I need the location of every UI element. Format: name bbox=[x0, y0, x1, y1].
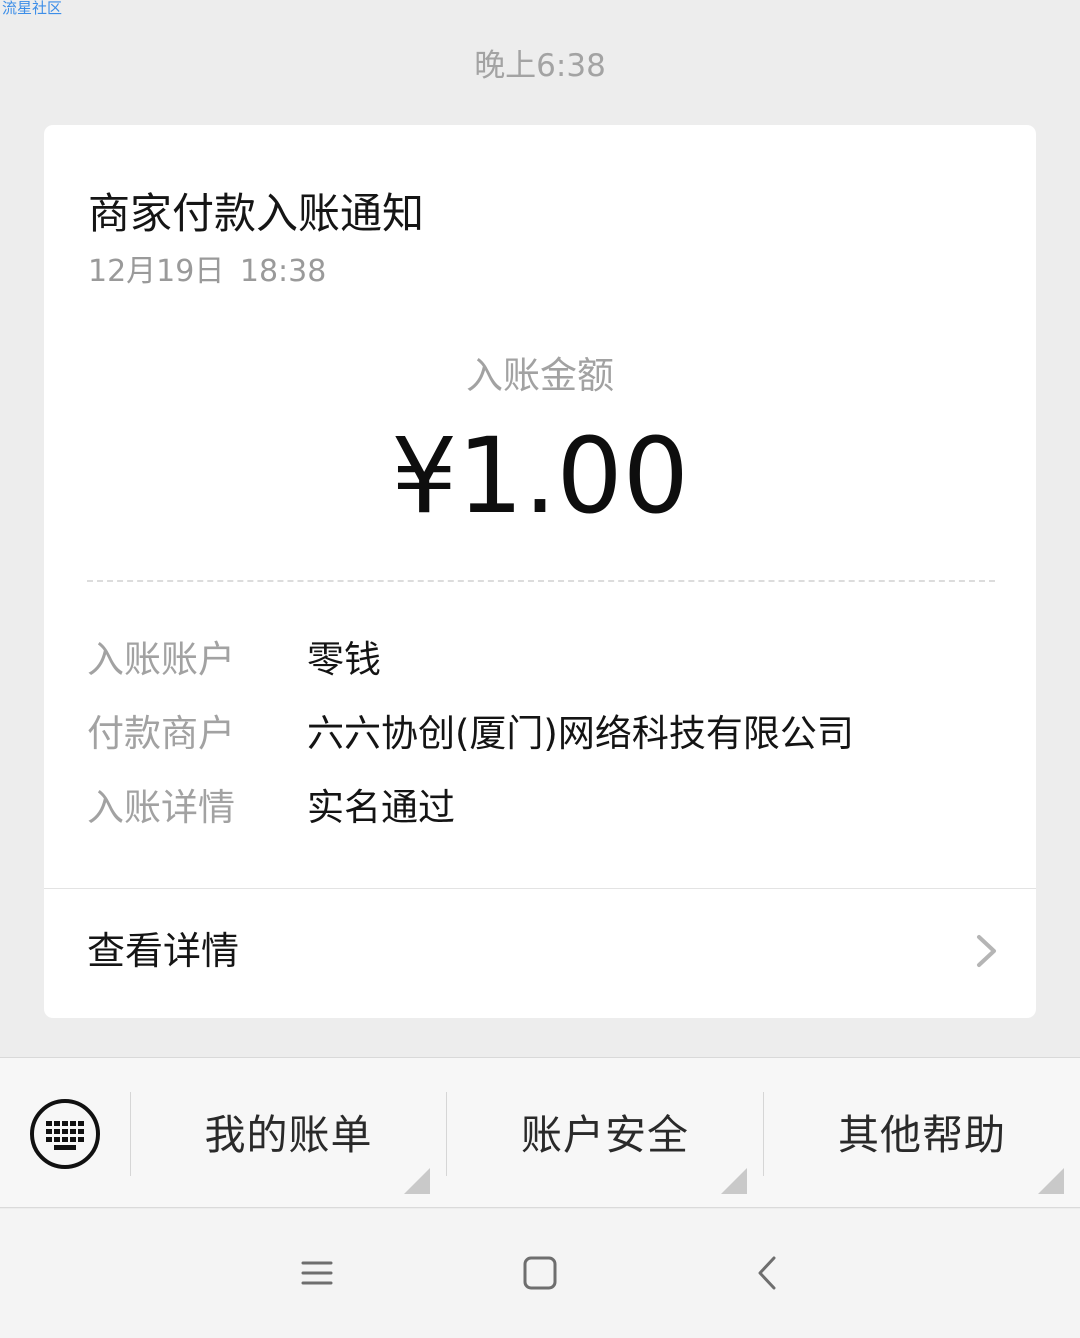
detail-value: 六六协创(厦门)网络科技有限公司 bbox=[307, 712, 854, 755]
home-icon[interactable] bbox=[516, 1249, 564, 1297]
menu-item-label: 其他帮助 bbox=[838, 1111, 1006, 1159]
message-timestamp: 晚上6:38 bbox=[474, 48, 606, 84]
submenu-indicator-icon bbox=[404, 1168, 430, 1194]
menu-icon[interactable] bbox=[293, 1249, 341, 1297]
amount-label: 入账金额 bbox=[466, 354, 614, 397]
menu-item-my-bills[interactable]: 我的账单 bbox=[131, 1058, 446, 1208]
menu-item-label: 我的账单 bbox=[204, 1111, 373, 1159]
dashed-divider bbox=[87, 580, 995, 582]
chevron-right-icon bbox=[977, 935, 996, 967]
detail-value: 实名通过 bbox=[307, 786, 455, 829]
detail-label: 入账详情 bbox=[87, 786, 235, 829]
menu-item-other-help[interactable]: 其他帮助 bbox=[764, 1058, 1080, 1208]
detail-label: 入账账户 bbox=[87, 638, 235, 681]
submenu-indicator-icon bbox=[721, 1168, 747, 1194]
view-details-button[interactable]: 查看详情 bbox=[44, 889, 1036, 1018]
watermark-text: 流星社区 bbox=[2, 0, 63, 17]
keyboard-icon[interactable] bbox=[29, 1098, 101, 1170]
menu-item-account-security[interactable]: 账户安全 bbox=[447, 1058, 763, 1208]
system-navigation-bar bbox=[0, 1209, 1080, 1338]
submenu-indicator-icon bbox=[1038, 1168, 1064, 1194]
view-details-label: 查看详情 bbox=[87, 929, 240, 973]
detail-row-account: 入账账户 零钱 bbox=[87, 635, 987, 685]
menu-item-label: 账户安全 bbox=[521, 1111, 689, 1159]
payment-notification-card[interactable]: 商家付款入账通知 12月19日 18:38 入账金额 ¥1.00 入账账户 零钱… bbox=[44, 125, 1036, 1018]
detail-row-merchant: 付款商户 六六协创(厦门)网络科技有限公司 bbox=[87, 709, 987, 759]
back-icon[interactable] bbox=[743, 1249, 791, 1297]
detail-label: 付款商户 bbox=[87, 712, 235, 755]
service-menu-bar: 我的账单 账户安全 其他帮助 bbox=[0, 1057, 1080, 1208]
detail-row-info: 入账详情 实名通过 bbox=[87, 783, 987, 833]
notification-date: 12月19日 18:38 bbox=[88, 254, 327, 289]
amount-value: ¥1.00 bbox=[391, 415, 689, 537]
detail-value: 零钱 bbox=[307, 638, 381, 681]
notification-title: 商家付款入账通知 bbox=[88, 189, 425, 238]
